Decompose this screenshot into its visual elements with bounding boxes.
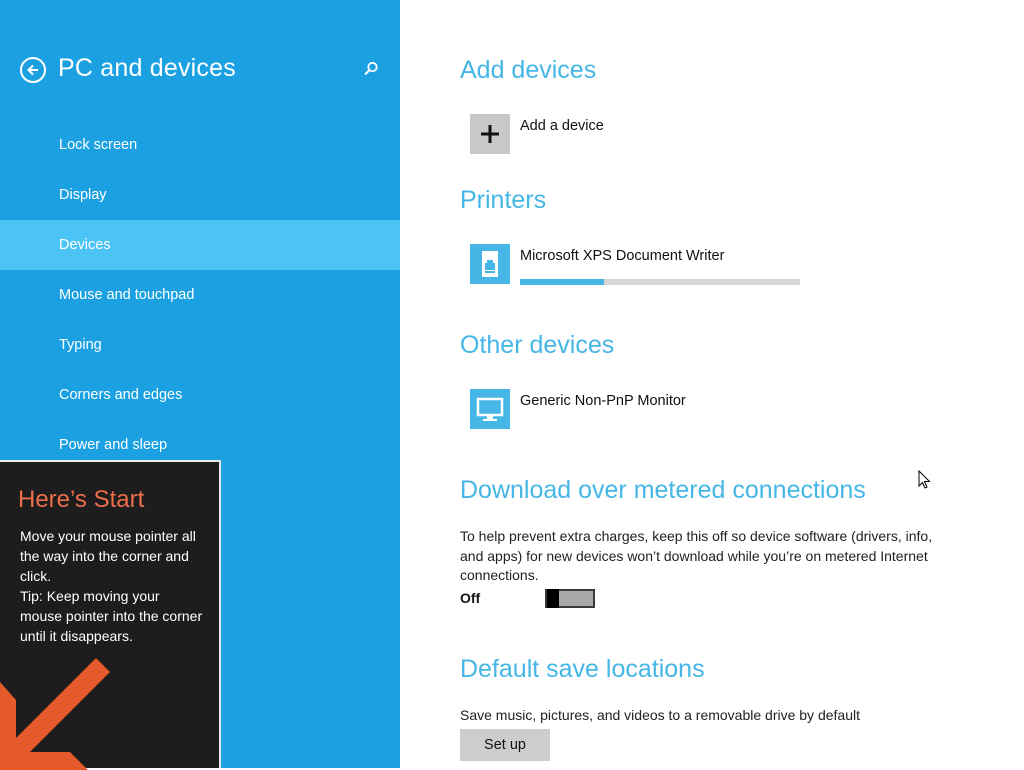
metered-toggle[interactable]	[545, 589, 595, 608]
sidebar-item-typing[interactable]: Typing	[0, 320, 400, 370]
back-arrow-icon	[27, 64, 38, 76]
sidebar-item-devices[interactable]: Devices	[0, 220, 400, 270]
printer-progress-bar	[520, 279, 800, 285]
mouse-cursor-icon	[918, 470, 931, 489]
add-device-label: Add a device	[520, 118, 604, 134]
printer-progress-fill	[520, 279, 604, 285]
printers-heading: Printers	[460, 186, 547, 214]
monitor-icon	[470, 389, 510, 429]
start-tip-body: Move your mouse pointer all the way into…	[20, 526, 205, 646]
back-button[interactable]	[20, 57, 46, 83]
metered-description: To help prevent extra charges, keep this…	[460, 528, 933, 583]
add-devices-heading: Add devices	[460, 56, 597, 84]
sidebar-item-display[interactable]: Display	[0, 170, 400, 220]
save-locations-description: Save music, pictures, and videos to a re…	[460, 707, 860, 723]
other-devices-heading: Other devices	[460, 331, 615, 359]
sidebar-item-corners-and-edges[interactable]: Corners and edges	[0, 370, 400, 420]
search-icon[interactable]	[362, 60, 380, 78]
start-tip-title: Here’s Start	[18, 486, 145, 513]
set-up-button[interactable]: Set up	[460, 729, 550, 761]
metered-heading: Download over metered connections	[460, 476, 866, 504]
corner-arrow-icon	[0, 658, 110, 770]
sidebar-item-lock-screen[interactable]: Lock screen	[0, 120, 400, 170]
metered-toggle-label: Off	[460, 590, 481, 606]
sidebar-nav: Lock screen Display Devices Mouse and to…	[0, 120, 400, 470]
start-tip-text: Move your mouse pointer all the way into…	[20, 528, 203, 644]
printer-icon	[470, 244, 510, 284]
plus-icon	[470, 114, 510, 154]
printer-label: Microsoft XPS Document Writer	[520, 248, 725, 264]
page-title: PC and devices	[58, 54, 236, 82]
monitor-label: Generic Non-PnP Monitor	[520, 393, 686, 409]
toggle-thumb	[547, 589, 559, 608]
sidebar-item-mouse-and-touchpad[interactable]: Mouse and touchpad	[0, 270, 400, 320]
save-locations-heading: Default save locations	[460, 655, 705, 683]
start-tip-panel: Here’s Start Move your mouse pointer all…	[0, 460, 221, 770]
